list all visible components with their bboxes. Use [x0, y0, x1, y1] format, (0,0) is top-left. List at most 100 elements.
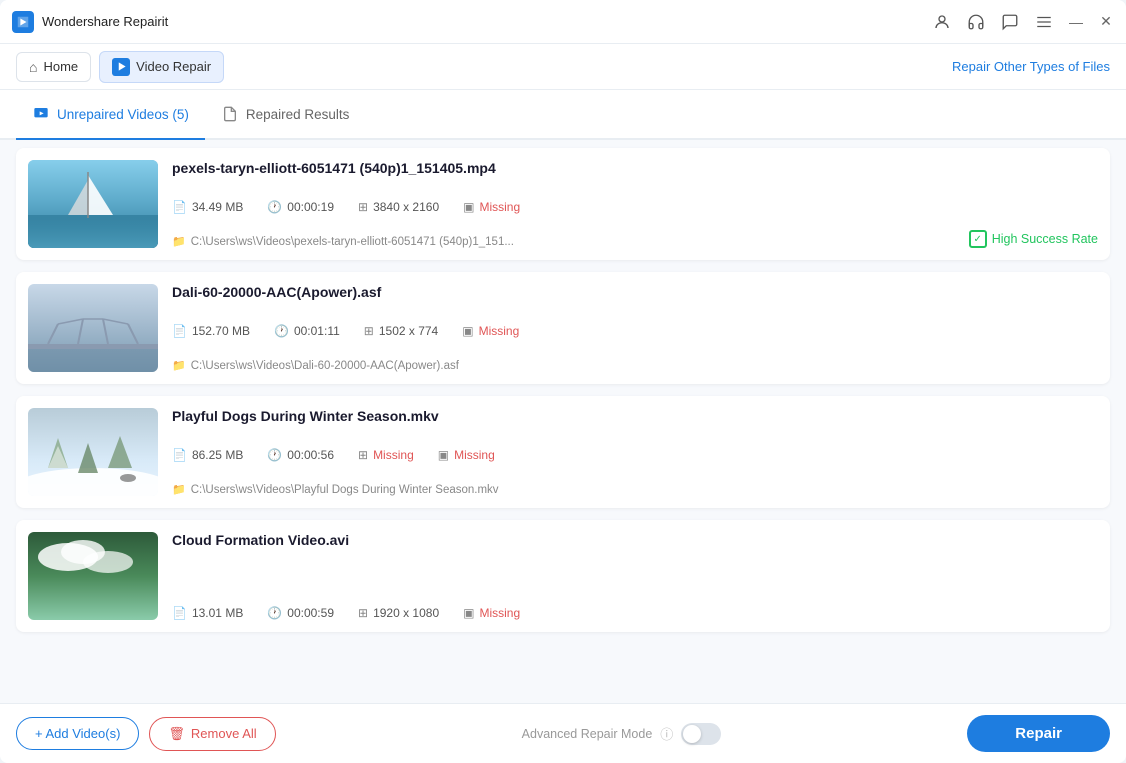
video-thumbnail — [28, 532, 158, 620]
video-item: Playful Dogs During Winter Season.mkv 📄 … — [16, 396, 1110, 508]
meta-duration: 🕐 00:00:56 — [267, 448, 334, 462]
meta-size: 📄 86.25 MB — [172, 448, 243, 462]
size-value: 13.01 MB — [192, 606, 243, 620]
audio-value: Missing — [454, 448, 495, 462]
video-path: 📁 C:\Users\ws\Videos\Dali-60-20000-AAC(A… — [172, 359, 954, 372]
duration-value: 00:00:19 — [287, 200, 334, 214]
path-value: C:\Users\ws\Videos\Playful Dogs During W… — [191, 484, 499, 496]
video-item: Dali-60-20000-AAC(Apower).asf 📄 152.70 M… — [16, 272, 1110, 384]
file-icon: 📄 — [172, 324, 187, 338]
video-item: pexels-taryn-elliott-6051471 (540p)1_151… — [16, 148, 1110, 260]
chat-icon[interactable] — [1000, 12, 1020, 32]
clock-icon: 🕐 — [267, 448, 282, 462]
duration-value: 00:01:11 — [294, 324, 340, 338]
home-button[interactable]: ⌂ Home — [16, 52, 91, 82]
folder-icon: 📁 — [172, 483, 186, 496]
folder-icon: 📁 — [172, 359, 186, 372]
headset-icon[interactable] — [966, 12, 986, 32]
audio-value: Missing — [479, 324, 520, 338]
video-repair-button[interactable]: Video Repair — [99, 51, 224, 83]
audio-icon: ▣ — [462, 324, 473, 338]
advanced-mode-toggle[interactable] — [681, 723, 721, 745]
success-check-icon: ✓ — [969, 230, 987, 248]
account-icon[interactable] — [932, 12, 952, 32]
clock-icon: 🕐 — [267, 200, 282, 214]
meta-size: 📄 34.49 MB — [172, 200, 243, 214]
video-info: Playful Dogs During Winter Season.mkv 📄 … — [172, 408, 954, 496]
meta-resolution: ⊞ 1502 x 774 — [364, 324, 438, 338]
minimize-button[interactable]: — — [1068, 14, 1084, 30]
bottom-bar: + Add Video(s) 🗑 Remove All Advanced Rep… — [0, 703, 1126, 763]
titlebar: Wondershare Repairit — ✕ — [0, 0, 1126, 44]
video-meta: 📄 86.25 MB 🕐 00:00:56 ⊞ Missing ▣ — [172, 448, 954, 462]
size-value: 34.49 MB — [192, 200, 243, 214]
meta-audio: ▣ Missing — [438, 448, 495, 462]
app-name: Wondershare Repairit — [42, 14, 168, 29]
remove-label: Remove All — [191, 726, 257, 741]
tab-unrepaired[interactable]: Unrepaired Videos (5) — [16, 90, 205, 140]
advanced-mode-label: Advanced Repair Mode — [522, 727, 653, 741]
video-status — [968, 284, 1098, 372]
meta-duration: 🕐 00:00:59 — [267, 606, 334, 620]
audio-icon: ▣ — [463, 606, 474, 620]
video-path: 📁 C:\Users\ws\Videos\Playful Dogs During… — [172, 483, 954, 496]
tab-repaired-label: Repaired Results — [246, 107, 350, 122]
path-value: C:\Users\ws\Videos\pexels-taryn-elliott-… — [191, 236, 514, 248]
video-status — [968, 532, 1098, 620]
duration-value: 00:00:59 — [287, 606, 334, 620]
screen-icon: ⊞ — [358, 448, 368, 462]
titlebar-controls: — ✕ — [932, 12, 1114, 32]
video-meta: 📄 13.01 MB 🕐 00:00:59 ⊞ 1920 x 1080 — [172, 606, 954, 620]
screen-icon: ⊞ — [358, 200, 368, 214]
video-meta: 📄 152.70 MB 🕐 00:01:11 ⊞ 1502 x 774 — [172, 324, 954, 338]
add-videos-button[interactable]: + Add Video(s) — [16, 717, 139, 750]
bottom-left: + Add Video(s) 🗑 Remove All — [16, 717, 276, 751]
success-label: High Success Rate — [992, 232, 1098, 246]
video-tab-icon — [32, 105, 50, 123]
video-repair-label: Video Repair — [136, 59, 211, 74]
video-name: Cloud Formation Video.avi — [172, 532, 954, 548]
tab-unrepaired-label: Unrepaired Videos (5) — [57, 107, 189, 122]
size-value: 152.70 MB — [192, 324, 250, 338]
navbar-left: ⌂ Home Video Repair — [16, 51, 224, 83]
resolution-value: 1920 x 1080 — [373, 606, 439, 620]
audio-icon: ▣ — [438, 448, 449, 462]
file-icon: 📄 — [172, 200, 187, 214]
video-thumbnail — [28, 160, 158, 248]
video-path: 📁 C:\Users\ws\Videos\pexels-taryn-elliot… — [172, 235, 954, 248]
meta-duration: 🕐 00:00:19 — [267, 200, 334, 214]
close-button[interactable]: ✕ — [1098, 14, 1114, 30]
video-item: Cloud Formation Video.avi 📄 13.01 MB 🕐 0… — [16, 520, 1110, 632]
content-area: Unrepaired Videos (5) Repaired Results — [0, 90, 1126, 763]
high-success-badge: ✓ High Success Rate — [969, 230, 1098, 248]
meta-resolution: ⊞ 1920 x 1080 — [358, 606, 439, 620]
folder-icon: 📁 — [172, 235, 186, 248]
video-info: Cloud Formation Video.avi 📄 13.01 MB 🕐 0… — [172, 532, 954, 620]
meta-resolution: ⊞ Missing — [358, 448, 414, 462]
repair-button[interactable]: Repair — [967, 715, 1110, 752]
video-name: pexels-taryn-elliott-6051471 (540p)1_151… — [172, 160, 954, 176]
repair-other-link[interactable]: Repair Other Types of Files — [952, 59, 1110, 74]
remove-all-button[interactable]: 🗑 Remove All — [149, 717, 275, 751]
app-icon — [12, 11, 34, 33]
size-value: 86.25 MB — [192, 448, 243, 462]
video-info: Dali-60-20000-AAC(Apower).asf 📄 152.70 M… — [172, 284, 954, 372]
file-icon: 📄 — [172, 448, 187, 462]
video-thumbnail — [28, 284, 158, 372]
duration-value: 00:00:56 — [287, 448, 334, 462]
screen-icon: ⊞ — [358, 606, 368, 620]
meta-audio: ▣ Missing — [463, 200, 520, 214]
video-info: pexels-taryn-elliott-6051471 (540p)1_151… — [172, 160, 954, 248]
info-icon: ⓘ — [660, 724, 673, 743]
home-label: Home — [43, 59, 78, 74]
app-window: Wondershare Repairit — ✕ ⌂ Home — [0, 0, 1126, 763]
clock-icon: 🕐 — [274, 324, 289, 338]
meta-size: 📄 13.01 MB — [172, 606, 243, 620]
video-list: pexels-taryn-elliott-6051471 (540p)1_151… — [0, 140, 1126, 703]
tab-bar: Unrepaired Videos (5) Repaired Results — [0, 90, 1126, 140]
resolution-value: Missing — [373, 448, 414, 462]
tab-repaired[interactable]: Repaired Results — [205, 90, 366, 140]
meta-audio: ▣ Missing — [463, 606, 520, 620]
video-thumbnail — [28, 408, 158, 496]
menu-icon[interactable] — [1034, 12, 1054, 32]
